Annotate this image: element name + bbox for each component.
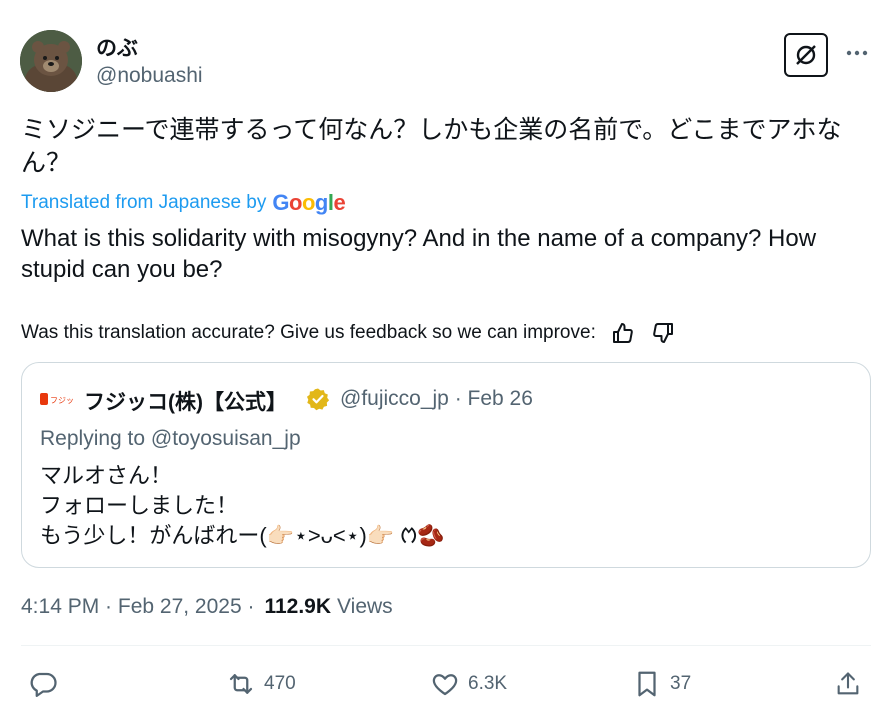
translation-feedback: Was this translation accurate? Give us f… [21, 320, 676, 346]
divider [21, 645, 871, 646]
author-handle[interactable]: @nobuashi [96, 64, 203, 88]
bookmark-count: 37 [670, 673, 692, 694]
retweet-count: 470 [264, 673, 296, 694]
tweet-text: ミソジニーで連帯するって何なん？しかも企業の名前で。どこまでアホなん？ [21, 116, 842, 177]
thumbs-up-button[interactable] [610, 320, 636, 346]
retweet-button[interactable]: 470 [226, 666, 296, 702]
timestamp[interactable]: 4:14 PM · Feb 27, 2025 · [21, 595, 254, 619]
svg-text:フジッコ: フジッコ [50, 396, 74, 405]
fujicco-logo: フジッコ [40, 393, 74, 405]
grok-icon [796, 45, 816, 65]
translated-text: What is this solidarity with misogyny? A… [21, 225, 817, 283]
like-button[interactable]: 6.3K [430, 666, 507, 702]
share-icon [837, 672, 859, 695]
quoted-display-name[interactable]: フジッコ(株)【公式】 [84, 386, 287, 416]
grok-button[interactable] [784, 33, 828, 77]
verified-badge-icon [307, 388, 330, 411]
quoted-handle-date[interactable]: @fujicco_jp · Feb 26 [340, 387, 533, 411]
translated-from-label: Translated from Japanese by [21, 192, 267, 213]
more-icon [846, 50, 868, 56]
bookmark-icon [638, 671, 656, 697]
heart-icon [432, 674, 458, 696]
avatar[interactable] [20, 30, 82, 92]
feedback-prompt: Was this translation accurate? Give us f… [21, 322, 596, 343]
tweet-meta: 4:14 PM · Feb 27, 2025 · 112.9K Views [21, 595, 393, 619]
like-count: 6.3K [468, 673, 508, 694]
thumbs-down-icon [653, 323, 673, 343]
bookmark-button[interactable]: 37 [632, 666, 691, 702]
views-label: Views [337, 595, 393, 618]
quoted-tweet[interactable]: フジッコ フジッコ(株)【公式】 @fujicco_jp · Feb 26 Re… [21, 362, 871, 568]
google-logo: Google [272, 190, 346, 215]
view-count: 112.9K [264, 595, 332, 618]
share-button[interactable] [834, 666, 870, 702]
replying-to[interactable]: Replying to @toyosuisan_jp [40, 427, 301, 451]
reply-icon [30, 672, 57, 697]
reply-button[interactable] [28, 666, 66, 702]
author-display-name[interactable]: のぶ [96, 32, 138, 62]
thumbs-down-button[interactable] [650, 320, 676, 346]
quoted-tweet-text: マルオさん！ フォローしました！ もう少し！がんばれー(👉🏻⋆>ᴗ<⋆)👉🏻 ᱬ… [40, 463, 445, 548]
thumbs-up-icon [612, 323, 633, 343]
translation-attribution[interactable]: Translated from Japanese by Google [21, 190, 346, 216]
retweet-icon [229, 674, 253, 694]
more-options-button[interactable] [842, 38, 872, 68]
